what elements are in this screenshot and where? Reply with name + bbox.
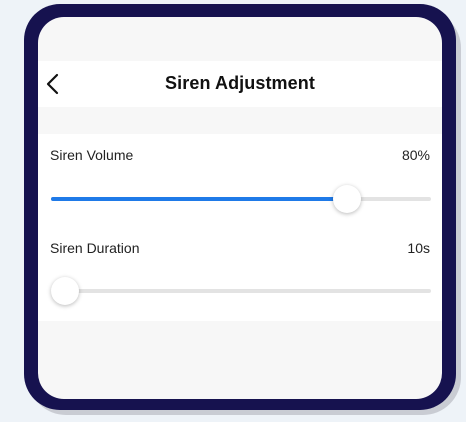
navigation-bar: Siren Adjustment (38, 61, 442, 107)
siren-duration-value: 10s (407, 240, 430, 256)
siren-volume-thumb[interactable] (333, 185, 362, 213)
page-title: Siren Adjustment (165, 73, 315, 93)
app-screen: Siren Adjustment Siren Volume 80% Siren … (38, 17, 442, 399)
siren-duration-track (51, 289, 431, 293)
siren-volume-label: Siren Volume (50, 147, 134, 163)
siren-duration-thumb[interactable] (51, 277, 79, 305)
siren-duration-slider[interactable] (51, 276, 431, 306)
siren-volume-value: 80% (401, 147, 430, 163)
siren-settings-card: Siren Volume 80% Siren Duration 10s (38, 134, 442, 321)
siren-volume-fill (51, 197, 348, 201)
siren-duration-label: Siren Duration (50, 240, 140, 256)
siren-volume-slider[interactable] (51, 184, 431, 214)
